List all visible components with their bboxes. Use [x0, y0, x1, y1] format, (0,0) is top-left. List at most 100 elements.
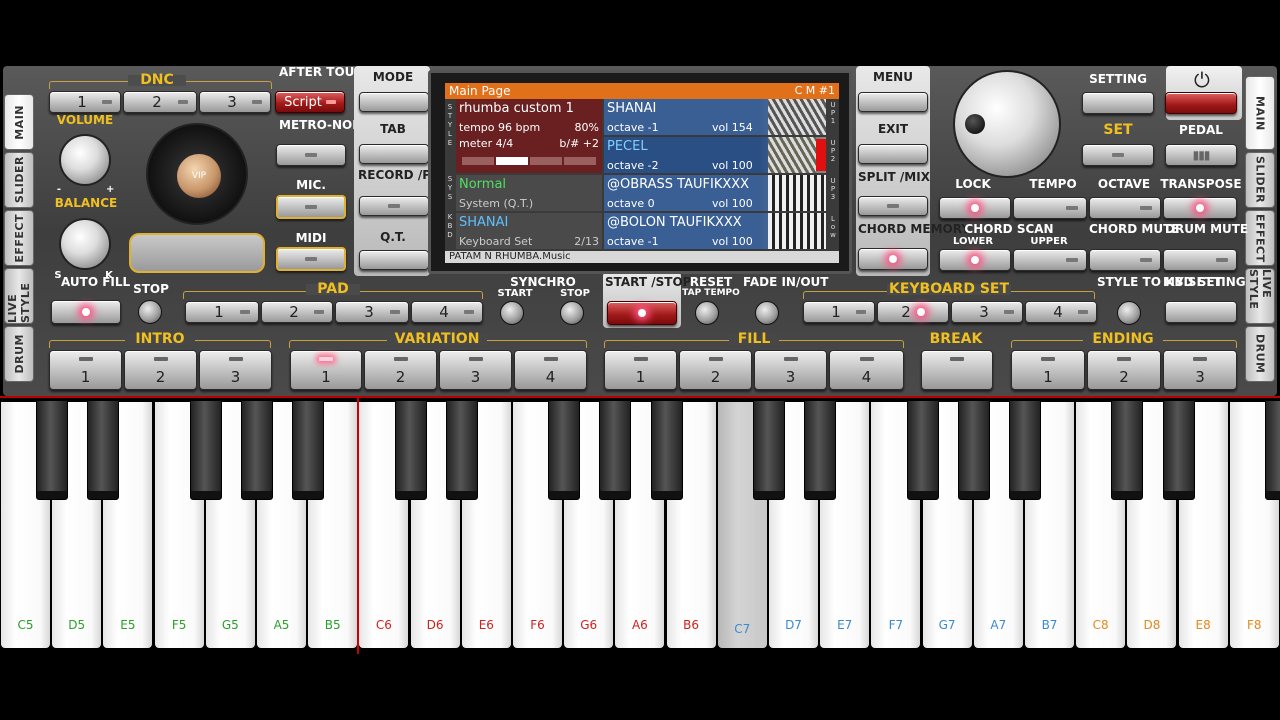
black-key[interactable]	[906, 400, 939, 500]
mic-button[interactable]	[276, 195, 346, 219]
variation-button-4[interactable]: 4	[514, 350, 587, 390]
main-dial-knob[interactable]	[953, 70, 1061, 178]
exit-button[interactable]	[858, 144, 928, 164]
volume-knob[interactable]	[59, 134, 111, 186]
black-key[interactable]	[1265, 400, 1280, 500]
black-key[interactable]	[189, 400, 222, 500]
tempo-button[interactable]	[1013, 197, 1087, 219]
black-key[interactable]	[753, 400, 785, 500]
voice-low[interactable]: @BOLON TAUFIKXXX octave -1 vol 100	[604, 213, 826, 249]
black-key[interactable]	[548, 400, 581, 500]
octave-button[interactable]	[1089, 197, 1161, 219]
pad-button-3[interactable]: 3	[335, 301, 409, 323]
qt-button[interactable]	[359, 250, 429, 270]
black-key[interactable]	[957, 400, 990, 500]
pad-button-4[interactable]: 4	[411, 301, 483, 323]
set-button[interactable]	[1082, 144, 1154, 166]
black-key[interactable]	[1111, 400, 1144, 500]
synchro-start-button[interactable]	[500, 301, 524, 325]
chord-memory-button[interactable]	[858, 248, 928, 270]
metronome-button[interactable]	[276, 144, 346, 166]
black-key[interactable]	[394, 400, 427, 500]
black-key[interactable]	[650, 400, 683, 500]
lock-button[interactable]	[939, 197, 1011, 219]
voice-up1[interactable]: SHANAI octave -1 vol 154	[604, 99, 826, 135]
transpose-button[interactable]	[1163, 197, 1237, 219]
fill-button-2[interactable]: 2	[679, 350, 752, 390]
black-key[interactable]	[804, 400, 837, 500]
start-stop-button[interactable]	[607, 301, 677, 325]
black-key[interactable]	[292, 400, 325, 500]
tab-drum-left[interactable]: DRUM	[4, 326, 34, 382]
keyboard-set-button-3[interactable]: 3	[951, 301, 1023, 323]
variation-button-2[interactable]: 2	[364, 350, 437, 390]
setting-button[interactable]	[1082, 92, 1154, 114]
black-key[interactable]	[87, 400, 120, 500]
power-button[interactable]	[1165, 92, 1237, 114]
chord-mute-button[interactable]	[1089, 249, 1161, 271]
piano-keyboard[interactable]: C5 D5 E5 F5 G5 A5 B5 C6 D6 E6 F6 G6 A6 B6 C7 D7 E7 F7 G7 A7…	[0, 396, 1280, 654]
dnc-button-3[interactable]: 3	[199, 91, 271, 113]
fill-button-3[interactable]: 3	[754, 350, 827, 390]
black-key[interactable]	[1162, 400, 1195, 500]
intro-button-3[interactable]: 3	[199, 350, 272, 390]
mic-display-pad[interactable]	[129, 233, 265, 273]
keyboard-set-button-2[interactable]: 2	[877, 301, 949, 323]
fill-button-1[interactable]: 1	[604, 350, 677, 390]
auto-fill-button[interactable]	[51, 300, 121, 324]
tab-effect-right[interactable]: EFFECT	[1245, 210, 1275, 266]
black-key[interactable]	[36, 400, 69, 500]
intro-button-2[interactable]: 2	[124, 350, 197, 390]
split-mix-button[interactable]	[858, 196, 928, 216]
synchro-stop-button[interactable]	[560, 301, 584, 325]
my-setting-button[interactable]	[1165, 301, 1237, 323]
tab-main-right[interactable]: MAIN	[1245, 76, 1275, 150]
script-button[interactable]: Script	[275, 91, 345, 113]
jog-wheel[interactable]: VIP	[146, 123, 248, 225]
chord-scan-lower-button[interactable]	[939, 249, 1011, 271]
ending-button-2[interactable]: 2	[1087, 350, 1161, 390]
tab-slider-left[interactable]: SLIDER	[4, 152, 34, 208]
pad-button-2[interactable]: 2	[261, 301, 333, 323]
reset-tap-tempo-button[interactable]	[695, 301, 719, 325]
ending-button-1[interactable]: 1	[1011, 350, 1085, 390]
black-key[interactable]	[1009, 400, 1041, 500]
tab-button[interactable]	[359, 144, 429, 164]
style-to-kbd-set-button[interactable]	[1117, 301, 1141, 325]
black-key[interactable]	[241, 400, 273, 500]
dnc-button-2[interactable]: 2	[123, 91, 197, 113]
tab-slider-right[interactable]: SLIDER	[1245, 152, 1275, 208]
variation-button-3[interactable]: 3	[439, 350, 512, 390]
voice-up2[interactable]: PECEL octave -2 vol 100	[604, 137, 826, 173]
break-button[interactable]	[921, 350, 993, 390]
keyboard-set-block[interactable]: SHANAI Keyboard Set 2/13	[456, 213, 602, 249]
tab-live-style-right[interactable]: LIVE STYLE	[1245, 268, 1275, 324]
drum-mute-button[interactable]	[1163, 249, 1237, 271]
variation-button-1[interactable]: 1	[290, 350, 362, 390]
black-key[interactable]	[445, 400, 478, 500]
tab-effect-left[interactable]: EFFECT	[4, 210, 34, 266]
menu-button[interactable]	[858, 92, 928, 112]
keyboard-set-button-4[interactable]: 4	[1025, 301, 1097, 323]
record-play-button[interactable]	[359, 196, 429, 216]
balance-knob[interactable]	[59, 218, 111, 270]
dnc-button-1[interactable]: 1	[49, 91, 121, 113]
pedal-button[interactable]: ▮▮▮	[1165, 144, 1237, 166]
fade-button[interactable]	[755, 301, 779, 325]
system-block[interactable]: Normal System (Q.T.)	[456, 175, 602, 211]
style-block[interactable]: rhumba custom 1 tempo 96 bpm 80% meter 4…	[456, 99, 602, 173]
intro-button-1[interactable]: 1	[49, 350, 122, 390]
pad-button-1[interactable]: 1	[185, 301, 259, 323]
keyboard-set-button-1[interactable]: 1	[803, 301, 875, 323]
ending-button-3[interactable]: 3	[1163, 350, 1237, 390]
chord-scan-upper-button[interactable]	[1013, 249, 1087, 271]
fill-button-4[interactable]: 4	[829, 350, 904, 390]
black-key[interactable]	[599, 400, 632, 500]
voice-up3[interactable]: @OBRASS TAUFIKXXX octave 0 vol 100	[604, 175, 826, 211]
pad-stop-button[interactable]	[138, 300, 162, 324]
midi-button[interactable]	[276, 247, 346, 271]
tab-drum-right[interactable]: DRUM	[1245, 326, 1275, 382]
tab-live-style-left[interactable]: LIVE STYLE	[4, 268, 34, 324]
tab-main-left[interactable]: MAIN	[4, 94, 34, 150]
mode-button[interactable]	[359, 92, 429, 112]
